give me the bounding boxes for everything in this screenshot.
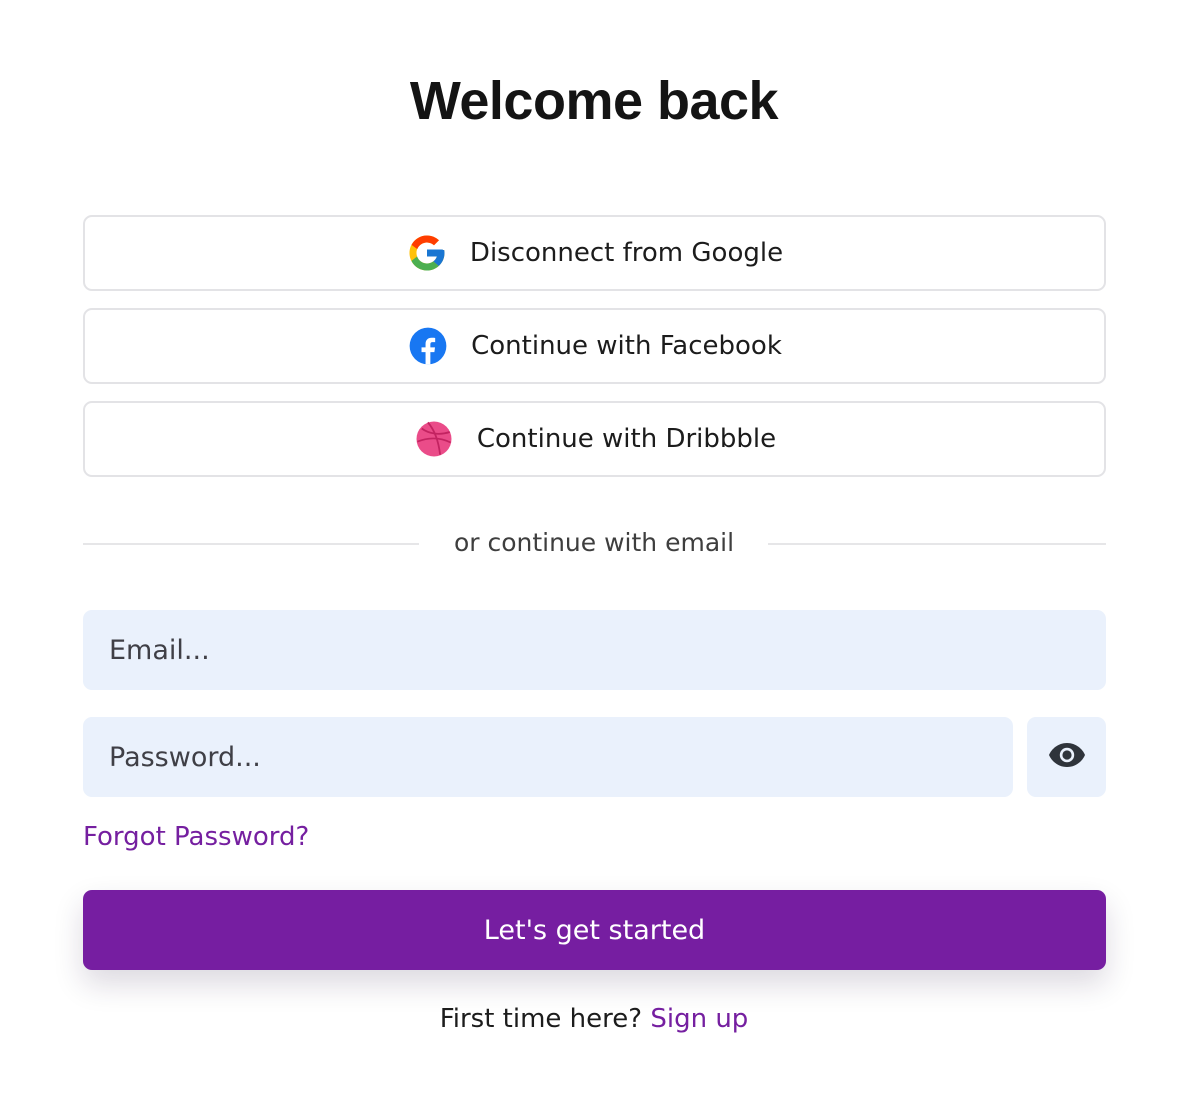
dribbble-icon [413,418,455,460]
divider-right [768,543,1106,545]
signup-prompt: First time here? [439,1004,643,1034]
facebook-button-label: Continue with Facebook [471,331,782,361]
page-title: Welcome back [409,71,779,131]
email-field[interactable] [83,610,1106,690]
google-button[interactable]: Disconnect from Google [83,215,1106,291]
dribbble-button[interactable]: Continue with Dribbble [83,401,1106,477]
divider-left [83,543,419,545]
get-started-button[interactable]: Let's get started [83,890,1106,970]
password-field[interactable] [83,717,1013,797]
google-icon [406,232,448,274]
forgot-password-link[interactable]: Forgot Password? [83,822,309,852]
google-button-label: Disconnect from Google [469,238,784,268]
facebook-icon [407,325,449,367]
divider-text: or continue with email [453,528,735,557]
login-page: Welcome back Disconnect from Google Cont… [0,0,1202,1100]
signup-link[interactable]: Sign up [650,1004,748,1034]
eye-icon [1048,742,1086,772]
dribbble-button-label: Continue with Dribbble [476,424,777,454]
facebook-button[interactable]: Continue with Facebook [83,308,1106,384]
signup-row: First time here? Sign up [0,1004,1188,1034]
show-password-button[interactable] [1027,717,1106,797]
